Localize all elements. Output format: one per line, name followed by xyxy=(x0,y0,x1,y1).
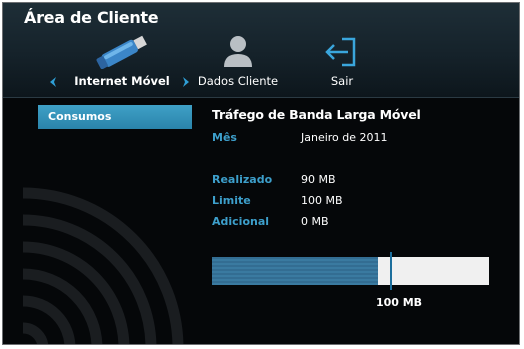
nav-item-dados-cliente[interactable]: Dados Cliente xyxy=(193,33,283,91)
usb-modem-icon xyxy=(96,35,147,69)
limit-marker-label: 100 MB xyxy=(375,296,423,309)
header: Área de Cliente Internet Móvel Dados Cli… xyxy=(3,3,519,98)
limit-marker xyxy=(389,252,392,290)
sidebar-item-consumos[interactable]: Consumos xyxy=(38,105,192,129)
nav-item-label: Internet Móvel xyxy=(74,74,170,88)
usage-bar-fill xyxy=(212,257,379,285)
realizado-value: 90 MB xyxy=(301,173,336,186)
chevron-right-icon[interactable] xyxy=(181,77,191,87)
app-window: Área de Cliente Internet Móvel Dados Cli… xyxy=(2,2,520,345)
month-label: Mês xyxy=(212,131,237,144)
limite-value: 100 MB xyxy=(301,194,343,207)
nav-item-sair[interactable]: Sair xyxy=(305,33,379,91)
chevron-left-icon[interactable] xyxy=(48,77,58,87)
month-value: Janeiro de 2011 xyxy=(301,131,388,144)
app-title: Área de Cliente xyxy=(24,8,159,27)
signal-waves-icon xyxy=(22,187,184,344)
page-title: Tráfego de Banda Larga Móvel xyxy=(212,107,421,122)
usage-bar xyxy=(212,252,489,290)
nav-item-label: Sair xyxy=(330,74,354,88)
limite-label: Limite xyxy=(212,194,251,207)
adicional-label: Adicional xyxy=(212,215,270,228)
realizado-label: Realizado xyxy=(212,173,273,186)
adicional-value: 0 MB xyxy=(301,215,329,228)
logout-icon xyxy=(325,37,356,67)
nav-item-internet-movel[interactable]: Internet Móvel xyxy=(65,33,179,91)
user-icon xyxy=(224,36,252,67)
nav-item-label: Dados Cliente xyxy=(197,74,279,88)
